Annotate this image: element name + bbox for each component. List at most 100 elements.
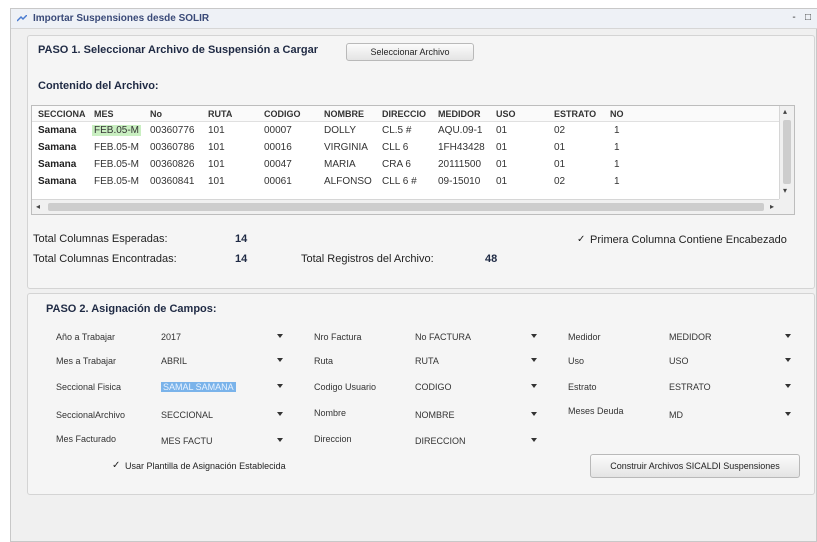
vertical-scrollbar[interactable]: ▴ ▾ bbox=[779, 106, 794, 199]
grid-cell: VIRGINIA bbox=[324, 142, 368, 153]
app-icon bbox=[17, 15, 27, 22]
grid-cell: ALFONSO bbox=[324, 176, 372, 187]
grid-cell: DOLLY bbox=[324, 125, 357, 136]
ruta-select[interactable]: RUTA bbox=[412, 352, 538, 369]
minimize-button[interactable]: - bbox=[788, 12, 800, 24]
estrato-label: Estrato bbox=[568, 382, 597, 392]
columnas-encontradas-value: 14 bbox=[235, 253, 248, 265]
scroll-right-icon[interactable]: ▸ bbox=[770, 202, 774, 211]
scroll-up-icon[interactable]: ▴ bbox=[783, 107, 787, 116]
scroll-left-icon[interactable]: ◂ bbox=[36, 202, 40, 211]
mes-value: ABRIL bbox=[161, 356, 188, 366]
grid-header-cell[interactable]: USO bbox=[496, 109, 516, 119]
grid-cell: AQU.09-1 bbox=[438, 125, 483, 136]
chevron-down-icon bbox=[531, 358, 537, 362]
grid-cell: 01 bbox=[496, 176, 508, 187]
chevron-down-icon bbox=[531, 412, 537, 416]
encabezado-checkbox[interactable]: ✓ bbox=[577, 234, 585, 245]
horizontal-scrollbar[interactable]: ◂ ▸ bbox=[32, 199, 780, 214]
seccional-fisica-select[interactable]: SAMAL SAMANA bbox=[158, 378, 284, 395]
nro-factura-label: Nro Factura bbox=[314, 332, 362, 342]
grid-header-cell[interactable]: DIRECCIO bbox=[382, 109, 426, 119]
chevron-down-icon bbox=[277, 358, 283, 362]
grid-header-cell[interactable]: CODIGO bbox=[264, 109, 301, 119]
file-content-grid[interactable]: SECCIONA MES No RUTA CODIGO NOMBRE DIREC… bbox=[31, 105, 795, 215]
grid-cell: 02 bbox=[554, 125, 566, 136]
grid-cell: Samana bbox=[38, 176, 77, 187]
mes-select[interactable]: ABRIL bbox=[158, 352, 284, 369]
table-row[interactable]: Samana FEB.05-M 00360841 101 00061 ALFON… bbox=[32, 174, 780, 190]
grid-cell: CL.5 # bbox=[382, 125, 412, 136]
chevron-down-icon bbox=[277, 438, 283, 442]
grid-cell: 00007 bbox=[264, 125, 292, 136]
mes-facturado-value: MES FACTU bbox=[161, 436, 213, 446]
chevron-down-icon bbox=[785, 412, 791, 416]
grid-cell: 00360841 bbox=[150, 176, 195, 187]
grid-cell: 1 bbox=[614, 159, 620, 170]
grid-cell: MARIA bbox=[324, 159, 356, 170]
grid-cell: 00360786 bbox=[150, 142, 195, 153]
mes-facturado-label: Mes Facturado bbox=[56, 434, 117, 444]
grid-cell: 00360776 bbox=[150, 125, 195, 136]
codigo-usuario-select[interactable]: CODIGO bbox=[412, 378, 538, 395]
estrato-select[interactable]: ESTRATO bbox=[666, 378, 792, 395]
table-row[interactable]: Samana FEB.05-M 00360786 101 00016 VIRGI… bbox=[32, 140, 780, 156]
nombre-label: Nombre bbox=[314, 408, 347, 418]
nro-factura-select[interactable]: No FACTURA bbox=[412, 328, 538, 345]
grid-header: SECCIONA MES No RUTA CODIGO NOMBRE DIREC… bbox=[32, 106, 780, 122]
grid-cell: 1 bbox=[614, 142, 620, 153]
chevron-down-icon bbox=[785, 358, 791, 362]
paso1-title: PASO 1. Seleccionar Archivo de Suspensió… bbox=[38, 44, 318, 56]
vertical-scroll-thumb[interactable] bbox=[783, 120, 791, 184]
codigo-usuario-value: CODIGO bbox=[415, 382, 452, 392]
grid-header-cell[interactable]: MES bbox=[94, 109, 114, 119]
grid-cell: 1 bbox=[614, 176, 620, 187]
grid-header-cell[interactable]: No bbox=[150, 109, 162, 119]
grid-cell: 00016 bbox=[264, 142, 292, 153]
chevron-down-icon bbox=[531, 384, 537, 388]
anio-select[interactable]: 2017 bbox=[158, 328, 284, 345]
medidor-value: MEDIDOR bbox=[669, 332, 712, 342]
grid-cell: CLL 6 # bbox=[382, 176, 417, 187]
nombre-select[interactable]: NOMBRE bbox=[412, 406, 538, 423]
encabezado-label[interactable]: Primera Columna Contiene Encabezado bbox=[590, 234, 787, 246]
table-row[interactable]: Samana FEB.05-M 00360826 101 00047 MARIA… bbox=[32, 157, 780, 173]
construir-archivos-button[interactable]: Construir Archivos SICALDI Suspensiones bbox=[590, 454, 800, 478]
maximize-button[interactable]: □ bbox=[802, 12, 814, 24]
mes-facturado-select[interactable]: MES FACTU bbox=[158, 432, 284, 449]
grid-cell: 00061 bbox=[264, 176, 292, 187]
grid-header-cell[interactable]: SECCIONA bbox=[38, 109, 86, 119]
grid-header-cell[interactable]: RUTA bbox=[208, 109, 232, 119]
medidor-select[interactable]: MEDIDOR bbox=[666, 328, 792, 345]
chevron-down-icon bbox=[785, 334, 791, 338]
grid-header-cell[interactable]: NOMBRE bbox=[324, 109, 364, 119]
table-row[interactable]: Samana FEB.05-M 00360776 101 00007 DOLLY… bbox=[32, 123, 780, 139]
chevron-down-icon bbox=[531, 334, 537, 338]
meses-deuda-select[interactable]: MD bbox=[666, 406, 792, 423]
uso-select[interactable]: USO bbox=[666, 352, 792, 369]
anio-value: 2017 bbox=[161, 332, 182, 342]
plantilla-checkbox[interactable]: ✓ bbox=[112, 460, 120, 471]
chevron-down-icon bbox=[277, 384, 283, 388]
seleccionar-archivo-button[interactable]: Seleccionar Archivo bbox=[346, 43, 474, 61]
grid-cell: 01 bbox=[554, 159, 566, 170]
seccional-archivo-value: SECCIONAL bbox=[161, 410, 214, 420]
grid-cell: 01 bbox=[496, 125, 508, 136]
grid-cell: FEB.05-M bbox=[94, 142, 140, 153]
estrato-value: ESTRATO bbox=[669, 382, 711, 392]
registros-value: 48 bbox=[485, 253, 498, 265]
seccional-archivo-select[interactable]: SECCIONAL bbox=[158, 406, 284, 423]
grid-cell: 01 bbox=[554, 142, 566, 153]
title-bar: Importar Suspensiones desde SOLIR - □ bbox=[11, 9, 817, 29]
import-window: Importar Suspensiones desde SOLIR - □ PA… bbox=[10, 8, 817, 542]
medidor-label: Medidor bbox=[568, 332, 601, 342]
direccion-select[interactable]: DIRECCION bbox=[412, 432, 538, 449]
plantilla-label[interactable]: Usar Plantilla de Asignación Establecida bbox=[125, 461, 286, 471]
columnas-encontradas-label: Total Columnas Encontradas: bbox=[33, 253, 177, 265]
grid-cell: FEB.05-M bbox=[94, 159, 140, 170]
horizontal-scroll-thumb[interactable] bbox=[48, 203, 764, 211]
scroll-down-icon[interactable]: ▾ bbox=[783, 186, 787, 195]
grid-header-cell[interactable]: ESTRATO bbox=[554, 109, 596, 119]
grid-header-cell[interactable]: MEDIDOR bbox=[438, 109, 481, 119]
grid-header-cell[interactable]: NO bbox=[610, 109, 624, 119]
